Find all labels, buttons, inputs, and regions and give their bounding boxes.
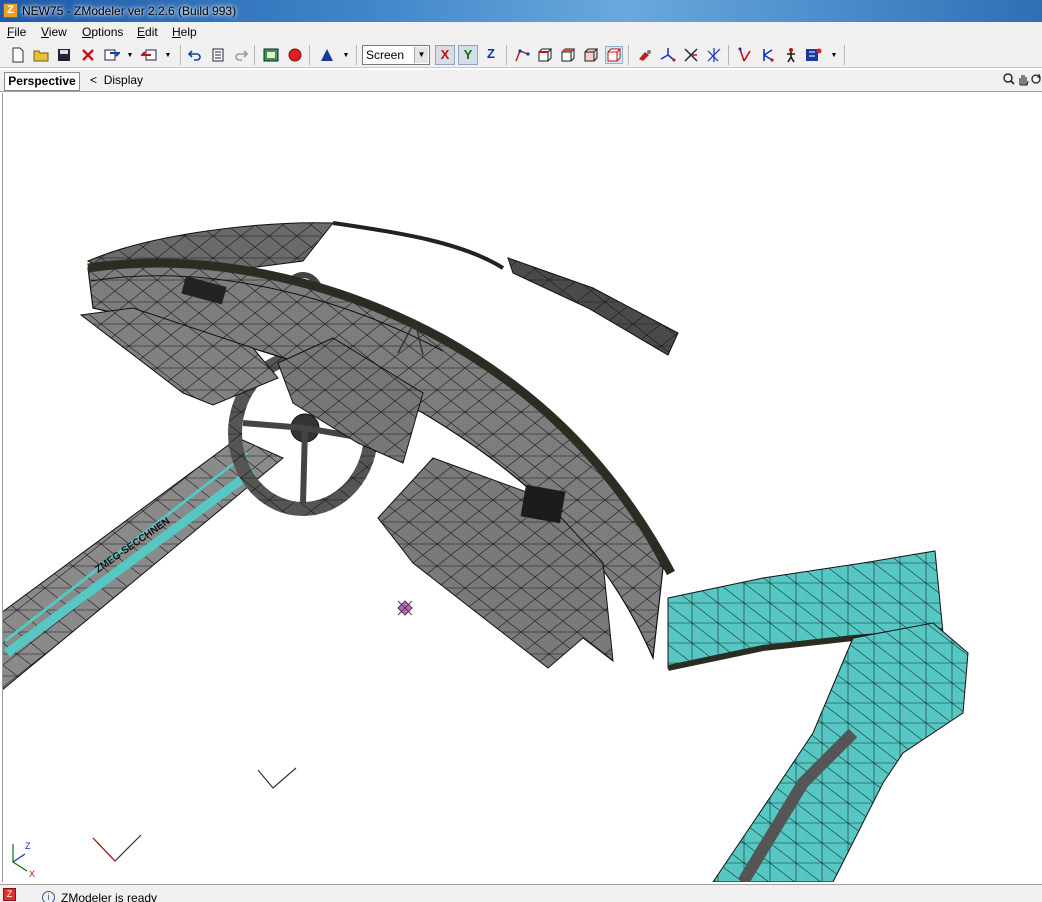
pivot-axes-icon[interactable]: [659, 46, 677, 64]
coordinate-mode-value: Screen: [366, 48, 405, 62]
zmodeler-app-icon[interactable]: Z: [3, 3, 18, 18]
menu-edit[interactable]: Edit: [137, 25, 158, 39]
save-icon[interactable]: [55, 46, 73, 64]
export-dropdown-icon[interactable]: ▼: [164, 46, 172, 64]
character-icon[interactable]: [782, 46, 800, 64]
render-icon[interactable]: [262, 46, 280, 64]
toolbar-separator: [844, 45, 845, 65]
error-log-icon[interactable]: Z: [3, 888, 16, 901]
close-file-icon[interactable]: [79, 46, 97, 64]
import-icon[interactable]: [103, 46, 121, 64]
toolbar-separator: [628, 45, 629, 65]
material-brush-icon[interactable]: [636, 46, 654, 64]
transform-axes-icon[interactable]: [682, 46, 700, 64]
object-mode-icon[interactable]: [582, 46, 600, 64]
right-sill-mesh[interactable]: [712, 622, 969, 882]
ground-axis-mark: [92, 834, 142, 862]
coordinate-mode-select[interactable]: Screen ▼: [362, 45, 430, 65]
rotate-view-icon[interactable]: [1029, 73, 1042, 89]
animation-icon[interactable]: [805, 46, 823, 64]
open-folder-icon[interactable]: [32, 46, 50, 64]
skin-tool-icon[interactable]: [759, 46, 777, 64]
record-icon[interactable]: [286, 46, 304, 64]
gizmo-x-label: X: [29, 869, 36, 879]
axis-y-toggle[interactable]: Y: [458, 45, 478, 65]
display-label: Display: [103, 73, 144, 87]
axis-z-toggle[interactable]: Z: [481, 45, 501, 65]
title-bar[interactable]: Z NEW75 - ZModeler ver 2.2.6 (Build 993): [0, 0, 1042, 22]
selection-cone-icon[interactable]: [318, 46, 336, 64]
toolbar-separator: [506, 45, 507, 65]
viewport-perspective-tab[interactable]: Perspective: [4, 72, 80, 91]
menu-bar: File View Options Edit Help: [0, 22, 1042, 42]
gizmo-z-label: Z: [25, 841, 31, 851]
vertex-mode-icon[interactable]: [513, 46, 531, 64]
menu-help[interactable]: Help: [172, 25, 197, 39]
notes-icon[interactable]: [209, 46, 227, 64]
viewport-header: Perspective < Display: [0, 70, 1042, 92]
toolbar-separator: [180, 45, 181, 65]
info-icon[interactable]: i: [42, 891, 55, 902]
axis-x-toggle[interactable]: X: [435, 45, 455, 65]
menu-options[interactable]: Options: [82, 25, 123, 39]
scene-render[interactable]: ZMEG-SECCHNEN: [3, 93, 1042, 882]
bone-tool-icon[interactable]: [736, 46, 754, 64]
new-file-icon[interactable]: [9, 46, 27, 64]
ground-axis-x: [92, 837, 116, 862]
animation-dropdown-icon[interactable]: ▼: [830, 46, 838, 64]
menu-file[interactable]: File: [7, 25, 26, 39]
pan-hand-icon[interactable]: [1016, 73, 1030, 89]
zoom-icon[interactable]: [1002, 73, 1016, 89]
menu-view[interactable]: View: [41, 25, 67, 39]
edge-mode-icon[interactable]: [536, 46, 554, 64]
perspective-viewport[interactable]: ZMEG-SECCHNEN Z X: [2, 93, 1042, 882]
toolbar-separator: [254, 45, 255, 65]
import-dropdown-icon[interactable]: ▼: [126, 46, 134, 64]
surface-mode-icon[interactable]: [605, 46, 623, 64]
face-mode-icon[interactable]: [559, 46, 577, 64]
undo-icon[interactable]: [186, 46, 204, 64]
redo-icon[interactable]: [232, 46, 250, 64]
export-icon[interactable]: [140, 46, 158, 64]
toolbar-separator: [728, 45, 729, 65]
selection-dropdown-icon[interactable]: ▼: [342, 46, 350, 64]
toolbar-separator: [309, 45, 310, 65]
pivot-marker[interactable]: [397, 600, 413, 616]
window-title: NEW75 - ZModeler ver 2.2.6 (Build 993): [22, 4, 237, 18]
status-text: ZModeler is ready: [61, 891, 158, 902]
viewport-display-menu[interactable]: < Display: [90, 73, 143, 87]
toolbar-separator: [356, 45, 357, 65]
status-bar: Z i ZModeler is ready: [0, 884, 1042, 902]
orientation-gizmo: [12, 844, 28, 872]
cursor-axis-mark: [257, 767, 297, 789]
display-back-arrow[interactable]: <: [90, 73, 97, 87]
zmodeler-window: Z NEW75 - ZModeler ver 2.2.6 (Build 993)…: [0, 0, 1042, 902]
chevron-down-icon[interactable]: ▼: [414, 47, 428, 63]
scale-axes-icon[interactable]: [705, 46, 723, 64]
